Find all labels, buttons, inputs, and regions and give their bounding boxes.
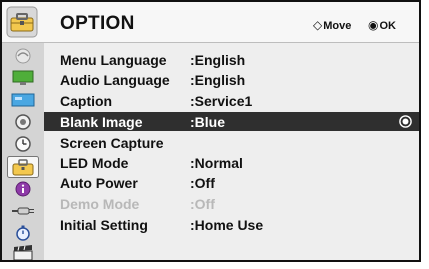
monitor-icon[interactable] xyxy=(11,70,35,86)
option-toolbox-icon xyxy=(6,6,38,38)
menu-item-label: Initial Setting xyxy=(60,217,148,233)
menu-item-value: :Off xyxy=(190,175,215,191)
menu-item-label: Blank Image xyxy=(60,114,143,130)
input-plug-icon[interactable] xyxy=(11,203,35,219)
stopwatch-icon[interactable] xyxy=(11,225,35,241)
page-title: OPTION xyxy=(60,13,135,34)
menu-item-value: :Blue xyxy=(190,114,225,130)
ok-select-icon[interactable] xyxy=(399,115,412,128)
info-icon[interactable] xyxy=(11,181,35,197)
ok-hint-label: OK xyxy=(379,20,396,32)
menu-item-value: :English xyxy=(190,52,246,68)
menu-item-demo-mode: Demo Mode :Off xyxy=(44,194,419,213)
menu-item-label: Screen Capture xyxy=(60,135,164,151)
menu-item-label: Auto Power xyxy=(60,175,138,191)
option-toolbox-icon[interactable] xyxy=(7,156,39,178)
film-clapper-icon[interactable] xyxy=(11,245,35,261)
move-hint-label: Move xyxy=(323,20,352,32)
dpad-icon: ◇ xyxy=(313,18,323,32)
ok-hint: ◉OK xyxy=(368,18,396,32)
clock-icon[interactable] xyxy=(11,136,35,152)
category-sidebar xyxy=(2,43,44,261)
picture-icon[interactable] xyxy=(11,48,35,64)
menu-item-label: LED Mode xyxy=(60,155,129,171)
menu-item-value: :Off xyxy=(190,196,215,212)
menu-item-auto-power[interactable]: Auto Power :Off xyxy=(44,173,419,192)
menu-item-audio-language[interactable]: Audio Language :English xyxy=(44,70,419,89)
speaker-icon[interactable] xyxy=(11,114,35,130)
menu-item-initial-setting[interactable]: Initial Setting :Home Use xyxy=(44,215,419,234)
menu-item-led-mode[interactable]: LED Mode :Normal xyxy=(44,153,419,172)
menu-item-label: Audio Language xyxy=(60,72,170,88)
ok-button-icon: ◉ xyxy=(368,18,379,32)
option-menu-panel: OPTION ◇Move ◉OK Menu Language:English … xyxy=(0,0,421,262)
menu-item-label: Demo Mode xyxy=(60,196,140,212)
move-hint: ◇Move xyxy=(313,18,351,32)
menu-item-value: :English xyxy=(190,72,246,88)
menu-item-blank-image[interactable]: Blank Image :Blue xyxy=(44,112,419,131)
menu-item-label: Menu Language xyxy=(60,52,167,68)
menu-item-value: :Service1 xyxy=(190,93,253,109)
menu-item-value: :Normal xyxy=(190,155,243,171)
menu-item-menu-language[interactable]: Menu Language :English xyxy=(44,50,419,69)
menu-item-label: Caption xyxy=(60,93,113,109)
menu-item-caption[interactable]: Caption :Service1 xyxy=(44,91,419,110)
title-bar: OPTION ◇Move ◉OK xyxy=(2,2,419,43)
screen-icon[interactable] xyxy=(11,92,35,108)
menu-item-screen-capture[interactable]: Screen Capture xyxy=(44,133,419,152)
menu-item-value: :Home Use xyxy=(190,217,264,233)
